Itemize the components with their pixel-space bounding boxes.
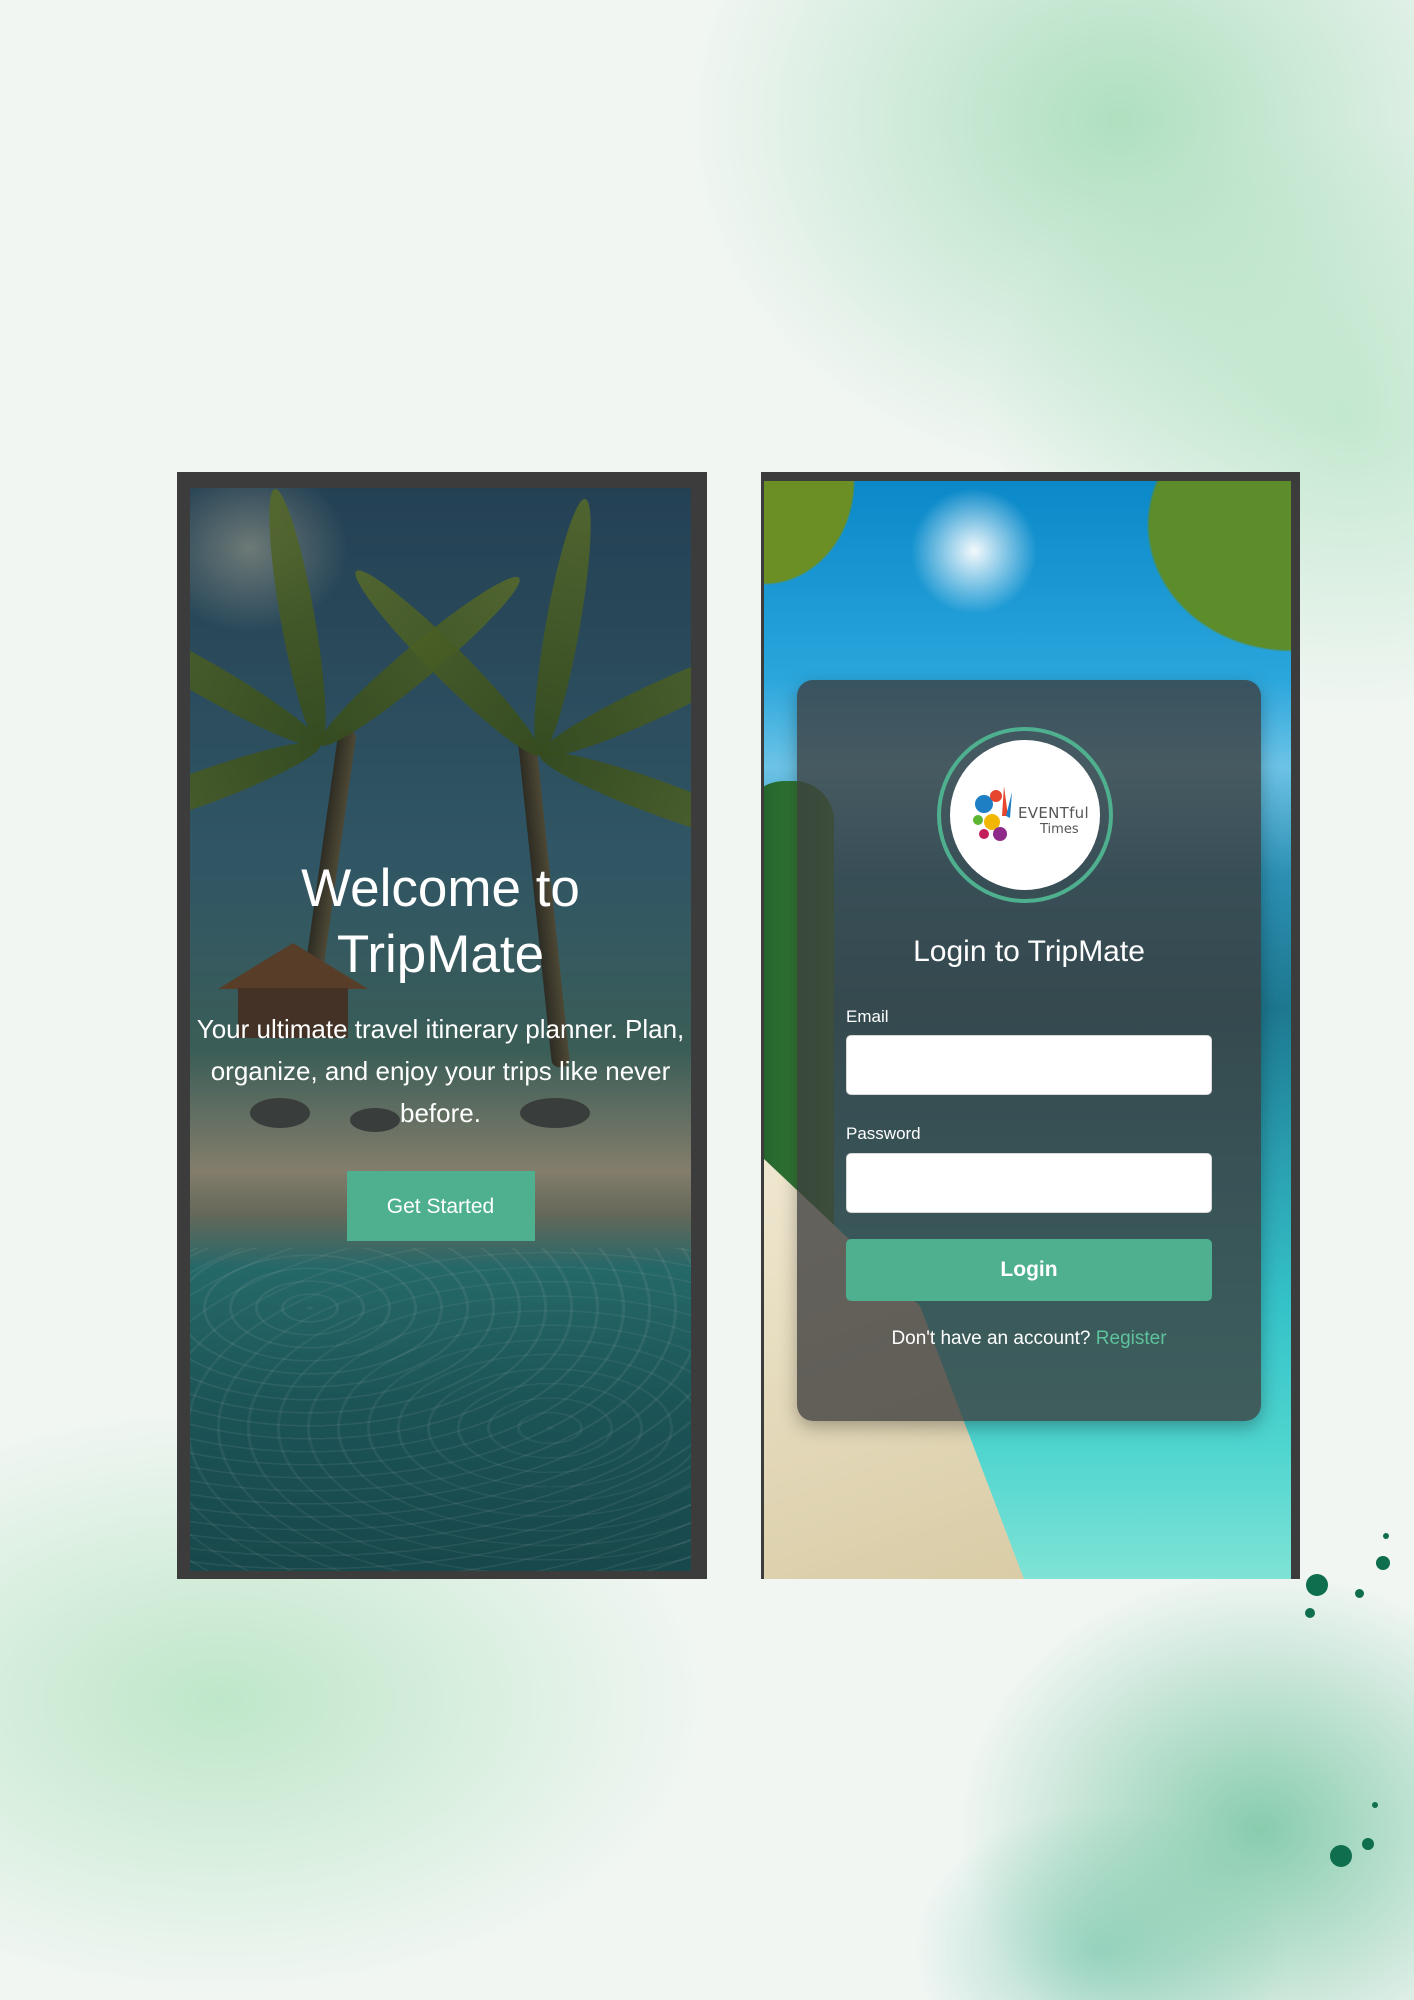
- ink-splatter: [1362, 1838, 1374, 1850]
- register-link[interactable]: Register: [1096, 1328, 1167, 1349]
- login-button[interactable]: Login: [846, 1239, 1212, 1301]
- logo: EVENTful Times: [950, 740, 1100, 890]
- welcome-screen: Welcome to TripMate Your ultimate travel…: [190, 488, 691, 1571]
- login-screen: EVENTful Times Login to TripMate Email P…: [764, 481, 1291, 1579]
- email-field[interactable]: [846, 1035, 1212, 1095]
- ink-splatter: [1355, 1589, 1364, 1598]
- logo-ring: EVENTful Times: [937, 727, 1113, 903]
- password-label: Password: [846, 1124, 921, 1143]
- welcome-title-line1: Welcome to: [301, 859, 580, 918]
- password-field[interactable]: [846, 1153, 1212, 1213]
- welcome-title-line2: TripMate: [336, 925, 545, 984]
- email-label: Email: [846, 1007, 889, 1026]
- welcome-subtitle: Your ultimate travel itinerary planner. …: [196, 1014, 685, 1128]
- welcome-title: Welcome to TripMate: [190, 856, 691, 988]
- logo-wordmark: EVENTful Times: [1018, 804, 1089, 837]
- welcome-phone-frame: Welcome to TripMate Your ultimate travel…: [177, 472, 707, 1579]
- ink-splatter: [1305, 1608, 1315, 1618]
- ink-splatter: [1372, 1802, 1378, 1808]
- logo-line2: Times: [1040, 822, 1079, 837]
- login-phone-frame: EVENTful Times Login to TripMate Email P…: [761, 472, 1300, 1579]
- welcome-hero: Welcome to TripMate Your ultimate travel…: [190, 856, 691, 1241]
- palm-leaves: [764, 481, 904, 641]
- register-prompt: Don't have an account?: [891, 1328, 1091, 1349]
- register-prompt-line: Don't have an account? Register: [797, 1328, 1261, 1350]
- get-started-button[interactable]: Get Started: [346, 1171, 535, 1241]
- logo-line1: EVENTful: [1018, 804, 1089, 822]
- ink-splatter: [1376, 1556, 1390, 1570]
- login-title: Login to TripMate: [913, 935, 1145, 968]
- login-card: EVENTful Times Login to TripMate Email P…: [797, 680, 1261, 1421]
- ink-splatter: [1306, 1574, 1328, 1596]
- ink-splatter: [1330, 1845, 1352, 1867]
- ink-splatter: [1383, 1533, 1389, 1539]
- palm-leaves: [1091, 481, 1291, 701]
